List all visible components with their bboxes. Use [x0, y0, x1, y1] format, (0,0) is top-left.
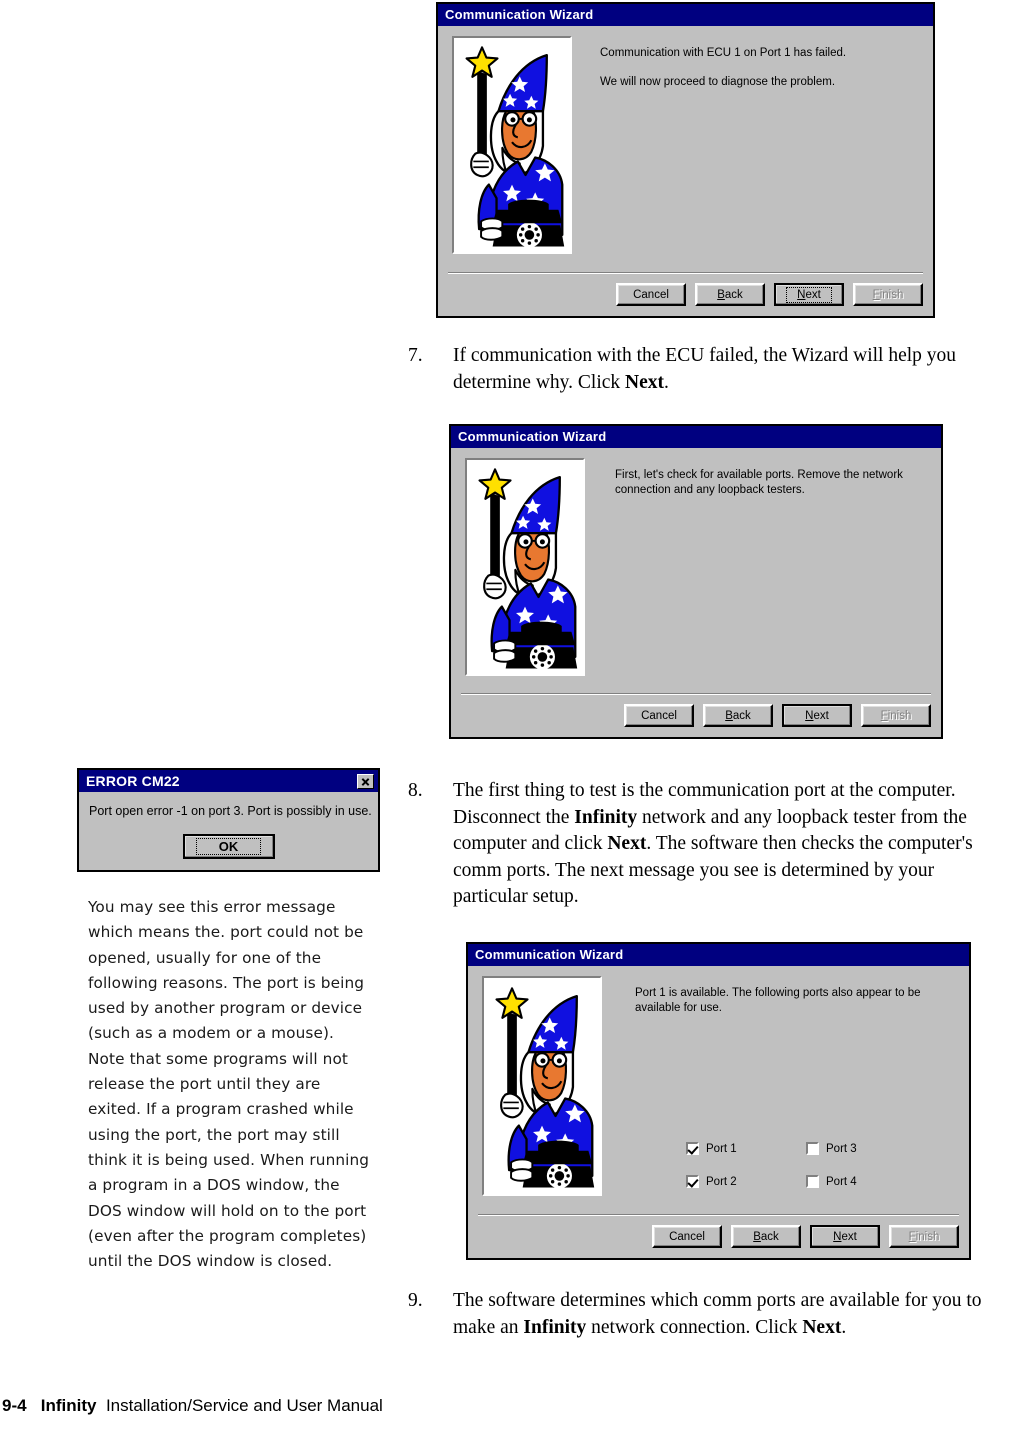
dialog-button-bar: Cancel Back Next Finish: [468, 1214, 969, 1258]
dialog-content-area: Communication with ECU 1 on Port 1 has f…: [438, 26, 933, 276]
finish-button-label: Finish: [872, 288, 904, 301]
error-dialog-title: ERROR CM22: [86, 773, 180, 789]
dialog-title: Communication Wizard: [445, 7, 594, 22]
ok-button[interactable]: OK: [182, 834, 275, 859]
footer-page-number: 9-4: [2, 1396, 27, 1415]
dialog-content-area: Port 1 is available. The following ports…: [468, 966, 969, 1218]
port-checkbox-item[interactable]: Port 3: [806, 1132, 926, 1165]
cancel-button-label: Cancel: [633, 288, 669, 301]
checkbox-port-2[interactable]: [686, 1175, 699, 1188]
back-button[interactable]: Back: [695, 283, 765, 306]
page-footer: 9-4 Infinity Installation/Service and Us…: [2, 1396, 383, 1416]
finish-button: Finish: [853, 283, 923, 306]
separator: [461, 693, 931, 695]
step-9: 9. The software determines which comm po…: [408, 1288, 1011, 1341]
back-button-label: Back: [725, 709, 751, 722]
wizard-message-line-1: First, let's check for available ports. …: [615, 469, 903, 496]
communication-wizard-dialog-3[interactable]: Communication Wizard Port 1 is available…: [466, 942, 971, 1260]
cancel-button-label: Cancel: [669, 1230, 705, 1243]
checkbox-label: Port 4: [826, 1175, 857, 1188]
back-button-label: Back: [717, 288, 743, 301]
back-button[interactable]: Back: [731, 1225, 801, 1248]
port-checkbox-group: Port 1 Port 3 Port 2 Port 4: [686, 1132, 926, 1198]
step-8: 8. The first thing to test is the commun…: [408, 778, 1011, 911]
wizard-message-area: Communication with ECU 1 on Port 1 has f…: [600, 36, 921, 90]
step-9-text: The software determines which comm ports…: [453, 1290, 982, 1338]
dialog-button-bar: Cancel Back Next Finish: [451, 693, 941, 737]
back-button-label: Back: [753, 1230, 779, 1243]
cancel-button-label: Cancel: [641, 709, 677, 722]
step-8-text: The first thing to test is the communica…: [453, 780, 973, 907]
error-dialog[interactable]: ERROR CM22 Port open error -1 on port 3.…: [77, 768, 380, 872]
wizard-illustration-svg: [484, 980, 600, 1192]
dialog-content-area: First, let's check for available ports. …: [451, 448, 941, 698]
wizard-illustration-svg: [467, 461, 583, 673]
cancel-button[interactable]: Cancel: [624, 704, 694, 727]
dialog-title: Communication Wizard: [458, 429, 607, 444]
error-dialog-content: Port open error -1 on port 3. Port is po…: [79, 792, 378, 869]
error-dialog-titlebar: ERROR CM22: [79, 770, 378, 792]
wizard-clipart: [465, 458, 585, 676]
port-checkbox-item[interactable]: Port 2: [686, 1165, 806, 1198]
finish-button: Finish: [889, 1225, 959, 1248]
step-7: 7. If communication with the ECU failed,…: [408, 343, 1008, 396]
port-checkbox-item[interactable]: Port 1: [686, 1132, 806, 1165]
checkbox-label: Port 3: [826, 1142, 857, 1155]
dialog-titlebar: Communication Wizard: [438, 4, 933, 26]
next-button-label: Next: [833, 1230, 857, 1243]
checkbox-port-1[interactable]: [686, 1142, 699, 1155]
error-message: Port open error -1 on port 3. Port is po…: [89, 804, 372, 818]
checkbox-port-4[interactable]: [806, 1175, 819, 1188]
next-button-label: Next: [786, 286, 832, 303]
step-7-text: If communication with the ECU failed, th…: [453, 345, 957, 393]
communication-wizard-dialog-1[interactable]: Communication Wizard Communication with …: [436, 2, 935, 318]
step-7-number: 7.: [408, 345, 423, 366]
wizard-message-line-1: Port 1 is available. The following ports…: [635, 987, 921, 1014]
wizard-message-area: First, let's check for available ports. …: [615, 458, 929, 498]
next-button-label: Next: [805, 709, 829, 722]
margin-annotation: You may see this error message which mea…: [88, 898, 370, 1271]
dialog-button-bar: Cancel Back Next Finish: [438, 272, 933, 316]
wizard-message-area: Port 1 is available. The following ports…: [635, 976, 957, 1016]
finish-button-label: Finish: [880, 709, 912, 722]
cancel-button[interactable]: Cancel: [652, 1225, 722, 1248]
wizard-message-line-2: We will now proceed to diagnose the prob…: [600, 76, 836, 88]
dialog-titlebar: Communication Wizard: [468, 944, 969, 966]
footer-product-name: Infinity: [40, 1396, 97, 1415]
back-button[interactable]: Back: [703, 704, 773, 727]
wizard-clipart: [482, 976, 602, 1196]
separator: [478, 1214, 959, 1216]
next-button[interactable]: Next: [810, 1225, 880, 1248]
wizard-illustration-svg: [454, 39, 570, 251]
dialog-title: Communication Wizard: [475, 947, 624, 962]
dialog-titlebar: Communication Wizard: [451, 426, 941, 448]
ok-button-label: OK: [195, 838, 262, 855]
step-8-number: 8.: [408, 780, 423, 801]
finish-button-label: Finish: [908, 1230, 940, 1243]
finish-button: Finish: [861, 704, 931, 727]
close-icon[interactable]: [357, 773, 374, 789]
checkbox-port-3[interactable]: [806, 1142, 819, 1155]
checkbox-label: Port 1: [706, 1142, 737, 1155]
checkbox-label: Port 2: [706, 1175, 737, 1188]
wizard-message-line-1: Communication with ECU 1 on Port 1 has f…: [600, 47, 847, 59]
step-9-number: 9.: [408, 1290, 423, 1311]
next-button[interactable]: Next: [774, 283, 844, 306]
separator: [448, 272, 923, 274]
port-checkbox-item[interactable]: Port 4: [806, 1165, 926, 1198]
footer-manual-title: Installation/Service and User Manual: [105, 1396, 383, 1415]
communication-wizard-dialog-2[interactable]: Communication Wizard First, let's check …: [449, 424, 943, 739]
wizard-clipart: [452, 36, 572, 254]
cancel-button[interactable]: Cancel: [616, 283, 686, 306]
next-button[interactable]: Next: [782, 704, 852, 727]
